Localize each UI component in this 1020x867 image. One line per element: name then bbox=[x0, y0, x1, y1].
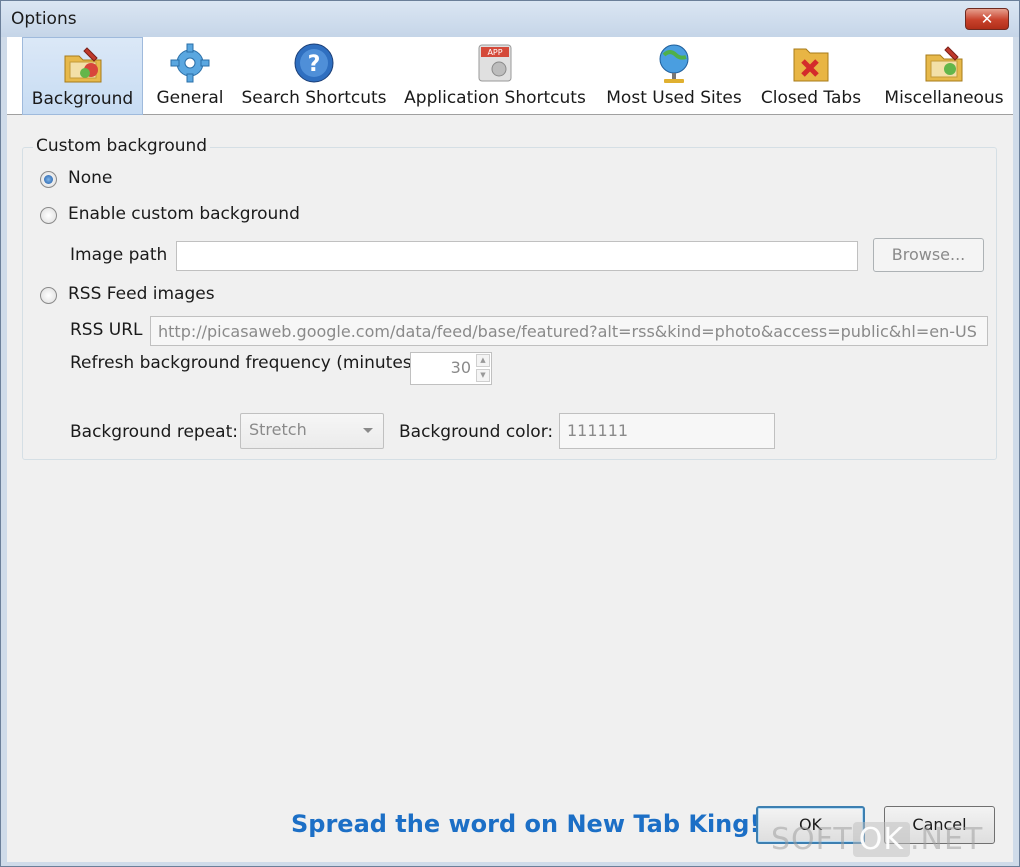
tab-background-label: Background bbox=[31, 89, 134, 109]
tab-application-shortcuts-label: Application Shortcuts bbox=[404, 88, 586, 108]
background-repeat-select[interactable]: Stretch bbox=[240, 413, 384, 449]
custom-background-legend: Custom background bbox=[33, 136, 211, 156]
spin-down-icon[interactable]: ▼ bbox=[476, 369, 490, 382]
close-icon: ✕ bbox=[980, 10, 994, 28]
background-repeat-value: Stretch bbox=[249, 420, 307, 439]
radio-rss-feed-images-label: RSS Feed images bbox=[68, 284, 215, 304]
gear-icon bbox=[170, 43, 210, 83]
tab-miscellaneous-label: Miscellaneous bbox=[884, 88, 1004, 108]
svg-text:?: ? bbox=[308, 52, 321, 77]
tab-general[interactable]: General bbox=[149, 37, 231, 115]
miscellaneous-icon bbox=[925, 46, 963, 82]
tab-miscellaneous[interactable]: Miscellaneous bbox=[879, 37, 1009, 115]
rss-url-input[interactable]: http://picasaweb.google.com/data/feed/ba… bbox=[150, 316, 988, 346]
globe-icon bbox=[659, 44, 689, 83]
tab-application-shortcuts[interactable]: APP Application Shortcuts bbox=[397, 37, 593, 115]
refresh-frequency-value: 30 bbox=[450, 358, 471, 377]
watermark: SOFT OK .NET bbox=[771, 822, 983, 857]
image-path-input[interactable] bbox=[176, 241, 858, 271]
background-icon bbox=[64, 47, 101, 83]
watermark-right: .NET bbox=[910, 822, 984, 857]
refresh-frequency-label: Refresh background frequency (minutes) bbox=[70, 353, 419, 373]
window-title: Options bbox=[11, 9, 77, 29]
radio-rss-feed-images[interactable] bbox=[40, 287, 57, 304]
custom-background-group: Custom background None Enable custom bac… bbox=[22, 136, 997, 460]
app-shortcuts-icon: APP bbox=[478, 44, 512, 82]
browse-button[interactable]: Browse... bbox=[873, 238, 984, 272]
chevron-down-icon bbox=[363, 428, 373, 433]
tab-most-used-sites-label: Most Used Sites bbox=[606, 88, 742, 108]
radio-none[interactable] bbox=[40, 171, 57, 188]
radio-none-label: None bbox=[68, 168, 113, 188]
tab-general-label: General bbox=[156, 88, 224, 108]
tab-closed-tabs-label: Closed Tabs bbox=[760, 88, 862, 108]
rss-url-label: RSS URL bbox=[70, 320, 143, 340]
refresh-frequency-spinner[interactable]: 30 ▲ ▼ bbox=[410, 352, 492, 385]
svg-text:APP: APP bbox=[487, 48, 502, 57]
spin-up-icon[interactable]: ▲ bbox=[476, 354, 490, 367]
watermark-middle: OK bbox=[852, 822, 911, 857]
options-window: Options ✕ Background General ? Search Sh… bbox=[0, 0, 1020, 867]
watermark-left: SOFT bbox=[771, 822, 853, 857]
tab-closed-tabs[interactable]: Closed Tabs bbox=[755, 37, 867, 115]
background-color-input[interactable]: 111111 bbox=[559, 413, 775, 449]
tab-search-shortcuts[interactable]: ? Search Shortcuts bbox=[239, 37, 389, 115]
tab-background[interactable]: Background bbox=[22, 37, 143, 115]
tab-search-shortcuts-label: Search Shortcuts bbox=[241, 88, 387, 108]
background-repeat-label: Background repeat: bbox=[70, 422, 238, 442]
search-shortcuts-icon: ? bbox=[294, 43, 334, 83]
radio-enable-custom-background-label: Enable custom background bbox=[68, 204, 300, 224]
closed-tabs-icon bbox=[793, 48, 829, 82]
tab-toolbar: Background General ? Search Shortcuts AP… bbox=[7, 37, 1013, 115]
promo-link[interactable]: Spread the word on New Tab King! bbox=[291, 810, 760, 838]
background-color-label: Background color: bbox=[399, 422, 554, 442]
title-bar[interactable]: Options ✕ bbox=[1, 1, 1019, 37]
radio-enable-custom-background[interactable] bbox=[40, 207, 57, 224]
dialog-client: Background General ? Search Shortcuts AP… bbox=[7, 37, 1013, 862]
image-path-label: Image path bbox=[70, 245, 168, 265]
close-button[interactable]: ✕ bbox=[965, 8, 1009, 30]
tab-most-used-sites[interactable]: Most Used Sites bbox=[601, 37, 747, 115]
